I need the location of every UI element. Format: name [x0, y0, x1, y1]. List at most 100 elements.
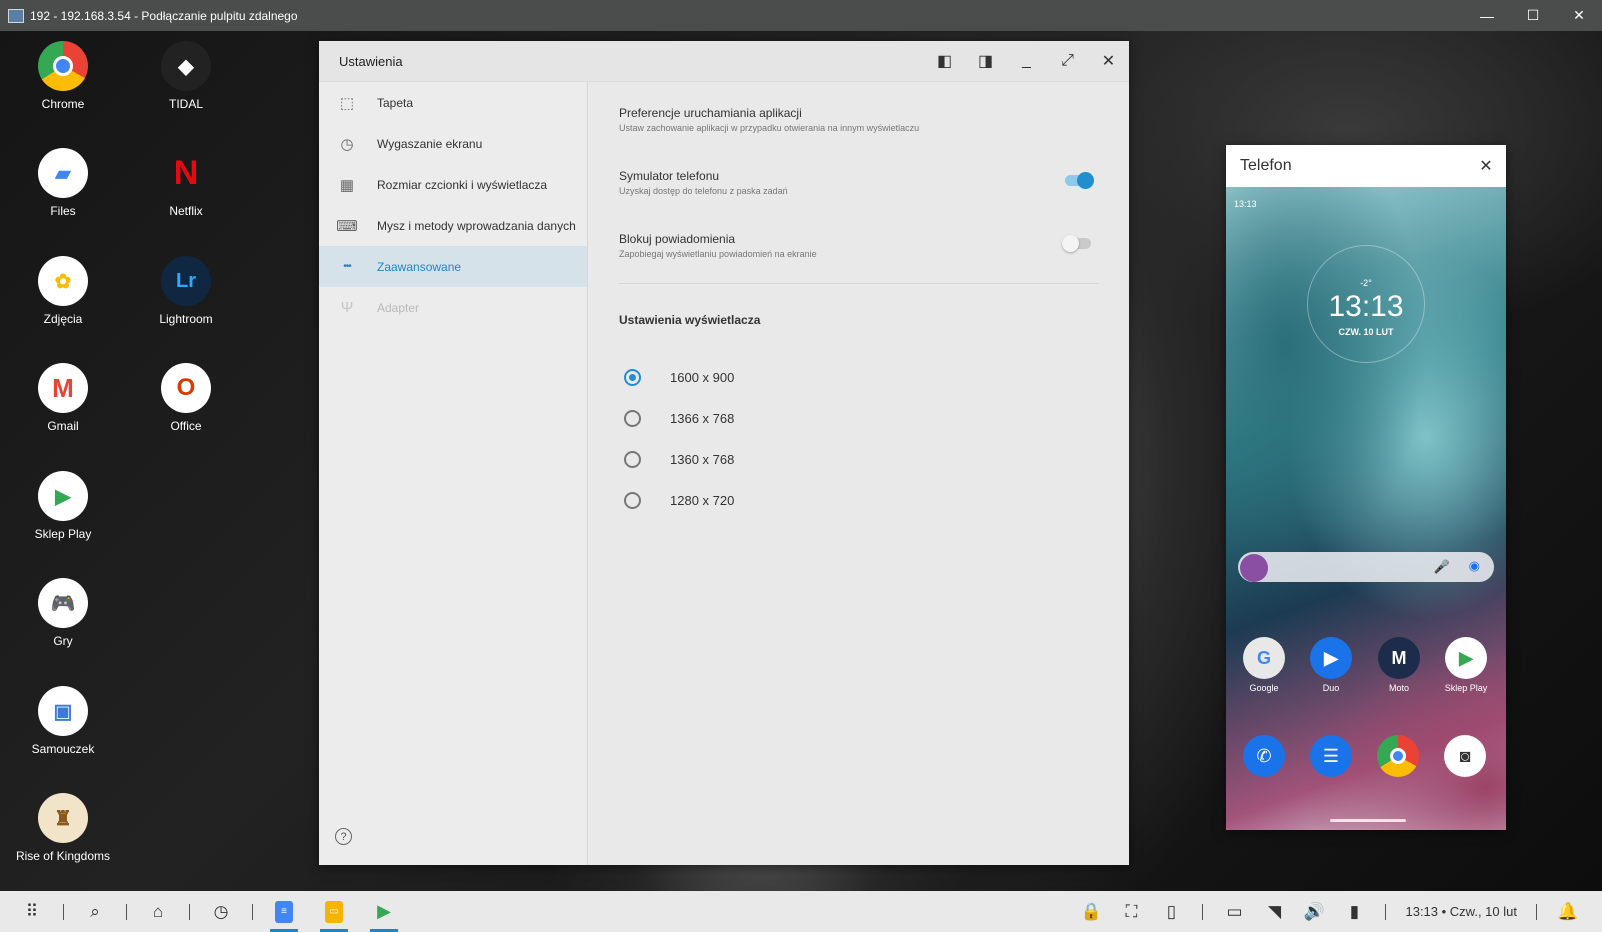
tutorial-icon: ▣ — [38, 686, 88, 736]
radio-button[interactable] — [624, 410, 641, 427]
app-label: Samouczek — [31, 742, 95, 756]
avatar[interactable] — [1240, 554, 1268, 582]
messages-icon[interactable]: ☰ — [1310, 735, 1352, 777]
desktop-app-rise-of-kingdoms[interactable]: ♜ Rise of Kingdoms — [8, 793, 118, 863]
google-search-bar[interactable]: 🎤 ◉ — [1238, 552, 1494, 582]
desktop-app-files[interactable]: ▰ Files — [8, 148, 118, 218]
taskbar-app-play[interactable]: ▶ — [364, 891, 404, 932]
pref-subtitle: Uzyskaj dostęp do telefonu z paska zadań — [619, 186, 788, 196]
pref-phone-simulator: Symulator telefonu Uzyskaj dostęp do tel… — [619, 145, 1099, 208]
phone-app-sklep-play[interactable]: ▶ Sklep Play — [1436, 637, 1496, 693]
sidebar-item-rozmiar[interactable]: ▦ Rozmiar czcionki i wyświetlacza — [319, 164, 587, 205]
pref-title: Preferencje uruchamiania aplikacji — [619, 106, 802, 120]
play-store-icon: ▶ — [1445, 637, 1487, 679]
home-icon[interactable]: ⌂ — [138, 891, 178, 932]
volume-icon[interactable]: 🔊 — [1294, 891, 1334, 932]
divider — [1536, 903, 1537, 920]
pref-app-launch[interactable]: Preferencje uruchamiania aplikacji Ustaw… — [619, 82, 1099, 145]
sidebar-item-zaawansowane[interactable]: ••• Zaawansowane — [319, 246, 587, 287]
app-drawer-icon[interactable]: ⠿ — [12, 891, 52, 932]
desktop-app-zdjecia[interactable]: ✿ Zdjęcia — [8, 256, 118, 326]
app-label: Office — [170, 419, 202, 433]
pref-subtitle: Ustaw zachowanie aplikacji w przypadku o… — [619, 123, 920, 133]
notifications-icon[interactable]: 🔔 — [1548, 891, 1588, 932]
minimize-icon[interactable]: _ — [1006, 41, 1047, 82]
block-notifications-toggle[interactable] — [1062, 235, 1091, 252]
recents-icon[interactable]: ◷ — [201, 891, 241, 932]
app-label: Rise of Kingdoms — [15, 849, 111, 863]
settings-sidebar: ⬚ Tapeta ◷ Wygaszanie ekranu ▦ Rozmiar c… — [319, 82, 588, 865]
mic-icon[interactable]: 🎤 — [1434, 559, 1450, 575]
duo-icon: ▶ — [1310, 637, 1352, 679]
app-label: Sklep Play — [1444, 683, 1488, 693]
taskbar-app-docs[interactable]: ≡ — [264, 891, 304, 932]
phone-app-moto[interactable]: M Moto — [1369, 637, 1429, 693]
screenshot-icon[interactable]: ⛶ — [1111, 891, 1151, 932]
radio-button[interactable] — [624, 369, 641, 386]
home-gesture-bar[interactable] — [1330, 819, 1406, 822]
sidebar-item-adapter: Ψ Adapter — [319, 287, 587, 328]
snap-right-icon[interactable]: ◨ — [965, 41, 1006, 82]
desktop-app-samouczek[interactable]: ▣ Samouczek — [8, 686, 118, 756]
close-icon[interactable]: ✕ — [1088, 41, 1129, 82]
resolution-option[interactable]: 1280 x 720 — [619, 480, 1099, 521]
close-icon[interactable]: ✕ — [1556, 0, 1602, 31]
phone-clock: 13:13 — [1328, 290, 1404, 323]
netflix-icon: N — [173, 153, 199, 192]
wifi-icon[interactable]: ◥ — [1254, 891, 1294, 932]
desktop-app-gry[interactable]: 🎮 Gry — [8, 578, 118, 648]
lens-icon[interactable]: ◉ — [1469, 558, 1480, 574]
snap-left-icon[interactable]: ◧ — [924, 41, 965, 82]
desktop-app-office[interactable]: O Office — [131, 363, 241, 433]
camera-icon[interactable]: ◙ — [1444, 735, 1486, 777]
sidebar-item-label: Mysz i metody wprowadzania danych — [377, 218, 576, 233]
app-label: Google — [1249, 683, 1279, 693]
phone-window: Telefon ✕ 13:13 -2° 13:13 CZW. 10 LUT 🎤 … — [1226, 145, 1506, 830]
office-icon: O — [161, 363, 211, 413]
phone-screen[interactable]: 13:13 -2° 13:13 CZW. 10 LUT 🎤 ◉ G Google… — [1226, 187, 1506, 830]
phone-dialer-icon[interactable]: ✆ — [1243, 735, 1285, 777]
fullscreen-icon[interactable]: ⤢ — [1047, 41, 1088, 82]
cast-icon[interactable]: ▭ — [1214, 891, 1254, 932]
lock-icon[interactable]: 🔒 — [1071, 891, 1111, 932]
sidebar-item-tapeta[interactable]: ⬚ Tapeta — [319, 82, 587, 123]
display-settings-heading: Ustawienia wyświetlacza — [619, 313, 761, 327]
desktop-app-tidal[interactable]: ◆ TIDAL — [131, 41, 241, 111]
grid-icon: ▦ — [339, 176, 355, 194]
desktop-app-chrome[interactable]: Chrome — [8, 41, 118, 111]
sidebar-item-mysz[interactable]: ⌨ Mysz i metody wprowadzania danych — [319, 205, 587, 246]
taskbar-clock[interactable]: 13:13 • Czw., 10 lut — [1405, 904, 1517, 919]
sidebar-item-wygaszanie[interactable]: ◷ Wygaszanie ekranu — [319, 123, 587, 164]
rdp-window-title: 192 - 192.168.3.54 - Podłączanie pulpitu… — [30, 8, 298, 23]
resolution-option[interactable]: 1360 x 768 — [619, 439, 1099, 480]
search-icon[interactable]: ⌕ — [75, 891, 115, 932]
resolution-option[interactable]: 1366 x 768 — [619, 398, 1099, 439]
chrome-icon[interactable] — [1377, 735, 1419, 777]
clock-widget[interactable]: -2° 13:13 CZW. 10 LUT — [1307, 245, 1425, 363]
taskbar-app-slides[interactable]: ▭ — [314, 891, 354, 932]
minimize-icon[interactable]: — — [1464, 0, 1510, 31]
app-label: Gmail — [47, 419, 79, 433]
help-icon[interactable]: ? — [335, 828, 352, 845]
phone-icon[interactable]: ▯ — [1151, 891, 1191, 932]
phone-status-time: 13:13 — [1234, 199, 1257, 209]
radio-button[interactable] — [624, 451, 641, 468]
wallpaper-icon: ⬚ — [339, 94, 355, 112]
desktop-app-gmail[interactable]: M Gmail — [8, 363, 118, 433]
maximize-icon[interactable]: ☐ — [1510, 0, 1556, 31]
desktop-app-sklep-play[interactable]: ▶ Sklep Play — [8, 471, 118, 541]
desktop-app-netflix[interactable]: N Netflix — [131, 148, 241, 219]
app-label: Netflix — [169, 204, 203, 218]
games-icon: 🎮 — [38, 578, 88, 628]
radio-button[interactable] — [624, 492, 641, 509]
battery-icon[interactable]: ▮ — [1334, 891, 1374, 932]
more-dots-icon: ••• — [343, 261, 352, 272]
close-icon[interactable]: ✕ — [1466, 156, 1506, 176]
phone-app-google[interactable]: G Google — [1234, 637, 1294, 693]
google-folder-icon: G — [1243, 637, 1285, 679]
files-icon: ▰ — [38, 148, 88, 198]
resolution-option[interactable]: 1600 x 900 — [619, 357, 1099, 398]
phone-app-duo[interactable]: ▶ Duo — [1301, 637, 1361, 693]
desktop-app-lightroom[interactable]: Lr Lightroom — [131, 256, 241, 326]
phone-simulator-toggle[interactable] — [1065, 172, 1094, 189]
